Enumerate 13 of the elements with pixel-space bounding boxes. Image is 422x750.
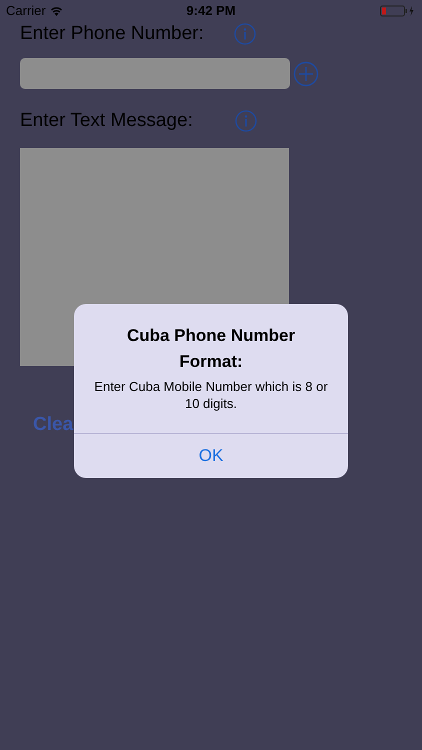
- text-message-label: Enter Text Message:: [20, 108, 193, 133]
- info-icon[interactable]: [234, 110, 257, 132]
- ok-button[interactable]: OK: [74, 434, 348, 478]
- info-icon[interactable]: [234, 23, 256, 45]
- carrier-label: Carrier: [6, 2, 46, 20]
- status-time: 9:42 PM: [186, 2, 236, 20]
- wifi-icon: [50, 6, 63, 16]
- phone-number-label: Enter Phone Number:: [20, 22, 204, 46]
- battery-icon: [380, 5, 416, 17]
- alert-message: Enter Cuba Mobile Number which is 8 or 10 digits.: [94, 378, 328, 412]
- add-icon[interactable]: [293, 60, 319, 86]
- alert-title: Cuba Phone Number Format:: [126, 325, 296, 372]
- phone-number-field[interactable]: [20, 58, 290, 89]
